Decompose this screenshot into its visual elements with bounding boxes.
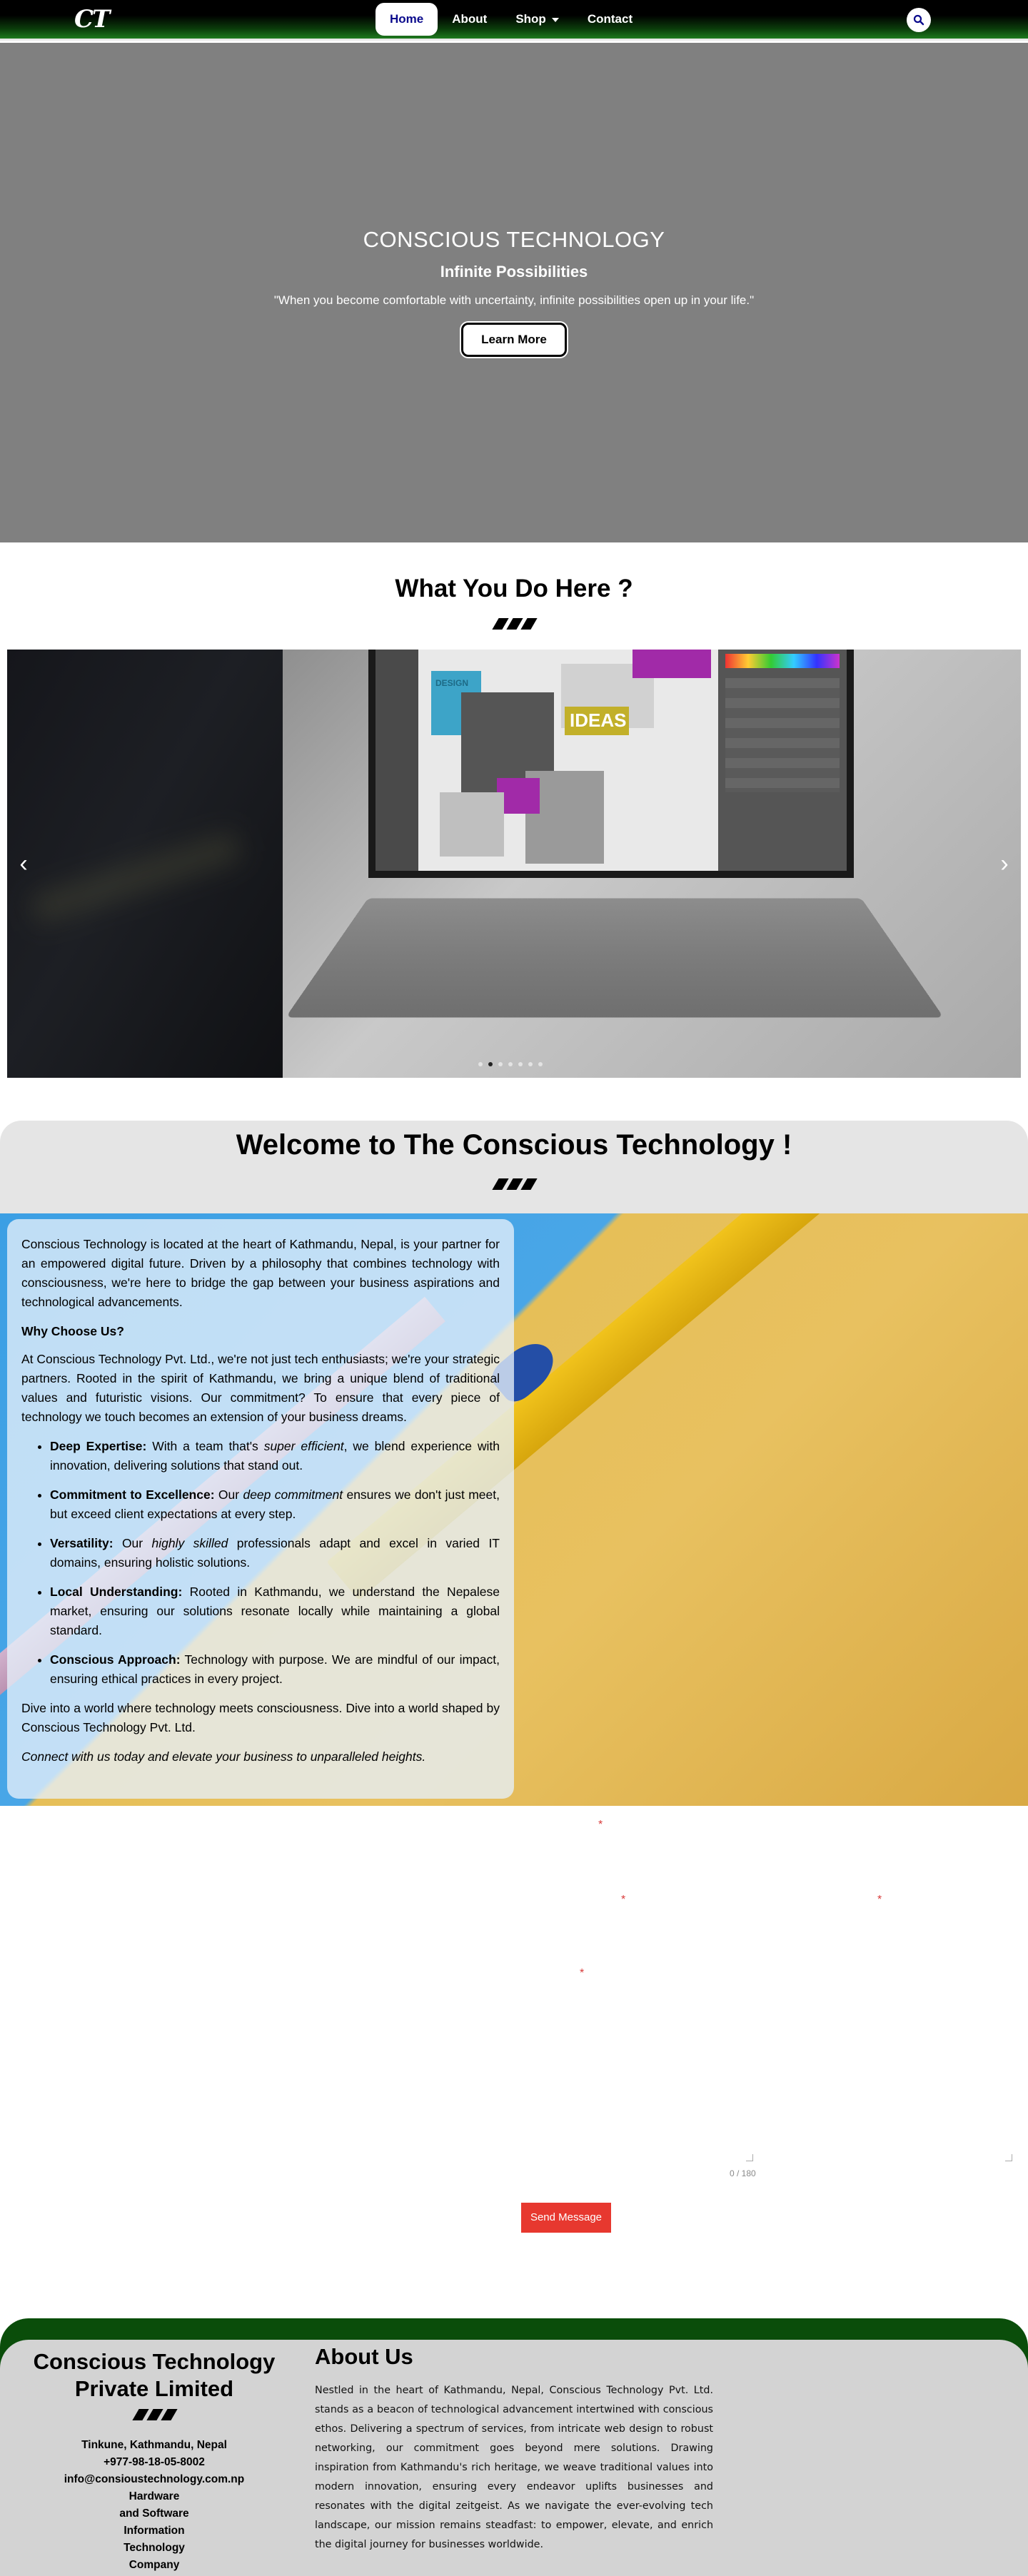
feature-emphasis: super efficient	[263, 1439, 344, 1453]
footer-about-title: About Us	[315, 2344, 413, 2369]
character-counter: 0 / 180	[730, 2168, 756, 2178]
textarea-resize-handle[interactable]	[1005, 2154, 1012, 2161]
feature-label: Commitment to Excellence:	[50, 1487, 215, 1502]
footer-divider	[132, 2409, 178, 2420]
nav-contact[interactable]: Contact	[573, 3, 647, 36]
slider-dot[interactable]	[518, 1062, 523, 1066]
list-item: Local Understanding: Rooted in Kathmandu…	[50, 1582, 500, 1640]
nav-shop-label: Shop	[515, 12, 546, 26]
footer-phone[interactable]: +977-98-18-05-8002	[0, 2454, 308, 2471]
footer-about-text: Nestled in the heart of Kathmandu, Nepal…	[315, 2385, 713, 2550]
site-logo[interactable]: CT	[74, 7, 110, 31]
slider-dot[interactable]	[538, 1062, 543, 1066]
list-item: Conscious Approach: Technology with purp…	[50, 1650, 500, 1689]
required-marker: *	[598, 1819, 603, 1831]
feature-emphasis: deep commitment	[243, 1487, 343, 1502]
required-marker: *	[621, 1894, 626, 1906]
slider-dot[interactable]	[498, 1062, 503, 1066]
laptop-screen: DESIGN IDEAS	[368, 650, 854, 878]
nav-about[interactable]: About	[438, 3, 501, 36]
footer-address: Tinkune, Kathmandu, Nepal	[81, 2439, 227, 2451]
laptop-keyboard	[285, 898, 944, 1018]
required-marker: *	[580, 1967, 585, 1979]
ideas-label: IDEAS	[570, 709, 627, 731]
main-nav: Home About Shop Contact	[376, 2, 647, 36]
search-button[interactable]	[907, 8, 931, 32]
send-message-button[interactable]: Send Message	[521, 2203, 611, 2233]
chevron-left-icon: ‹	[19, 850, 28, 877]
feature-text: Our	[214, 1487, 243, 1502]
feature-label: Conscious Approach:	[50, 1652, 181, 1667]
feature-emphasis: highly skilled	[151, 1536, 228, 1550]
slider-dot[interactable]	[528, 1062, 533, 1066]
slide-previous-image	[7, 650, 283, 1078]
learn-more-button[interactable]: Learn More	[461, 323, 567, 357]
required-marker: *	[877, 1894, 882, 1906]
feature-label: Local Understanding:	[50, 1585, 183, 1599]
what-you-do-title: What You Do Here ?	[395, 575, 633, 602]
chevron-down-icon	[551, 17, 559, 22]
why-choose-paragraph: At Conscious Technology Pvt. Ltd., we're…	[21, 1352, 500, 1424]
hero-section: CONSCIOUS TECHNOLOGY Infinite Possibilit…	[0, 43, 1028, 542]
welcome-divider	[492, 1178, 538, 1190]
slider-next-button[interactable]: ›	[994, 846, 1015, 882]
hero-subtitle: Infinite Possibilities	[440, 263, 588, 281]
why-choose-heading: Why Choose Us?	[21, 1324, 124, 1338]
list-item: Commitment to Excellence: Our deep commi…	[50, 1485, 500, 1524]
footer-email[interactable]: info@consioustechnology.com.np	[0, 2471, 308, 2488]
outro-paragraph: Dive into a world where technology meets…	[21, 1701, 500, 1734]
slider-prev-button[interactable]: ‹	[13, 846, 34, 882]
nav-home[interactable]: Home	[376, 3, 438, 36]
hero-quote: "When you become comfortable with uncert…	[273, 293, 755, 307]
feature-label: Deep Expertise:	[50, 1439, 147, 1453]
welcome-title: Welcome to The Conscious Technology !	[236, 1129, 792, 1161]
slider-dot[interactable]	[478, 1062, 483, 1066]
slider-dot-active[interactable]	[488, 1062, 493, 1066]
features-list: Deep Expertise: With a team that's super…	[50, 1437, 500, 1689]
feature-label: Versatility:	[50, 1536, 114, 1550]
title-divider	[492, 618, 538, 630]
feature-text: Our	[113, 1536, 152, 1550]
footer-company-name: Conscious Technology Private Limited	[33, 2349, 276, 2401]
closing-line: Connect with us today and elevate your b…	[21, 1749, 426, 1764]
list-item: Versatility: Our highly skilled professi…	[50, 1534, 500, 1572]
image-slider[interactable]: DESIGN IDEAS ‹ ›	[7, 650, 1021, 1078]
textarea-resize-handle[interactable]	[746, 2154, 753, 2161]
about-card: Conscious Technology is located at the h…	[7, 1219, 514, 1799]
slide-laptop-image: DESIGN IDEAS	[283, 650, 1021, 1078]
search-icon	[913, 14, 924, 26]
slider-pagination	[478, 1062, 543, 1066]
slider-dot[interactable]	[508, 1062, 513, 1066]
design-label: DESIGN	[435, 678, 469, 688]
navbar: CT Home About Shop Contact	[0, 0, 1028, 41]
footer-category: Hardware and Software Information Techno…	[119, 2490, 189, 2571]
list-item: Deep Expertise: With a team that's super…	[50, 1437, 500, 1475]
nav-shop[interactable]: Shop	[501, 3, 573, 36]
hero-title: CONSCIOUS TECHNOLOGY	[363, 227, 665, 252]
chevron-right-icon: ›	[1000, 850, 1009, 877]
intro-paragraph: Conscious Technology is located at the h…	[21, 1237, 500, 1309]
feature-text: With a team that's	[146, 1439, 264, 1453]
